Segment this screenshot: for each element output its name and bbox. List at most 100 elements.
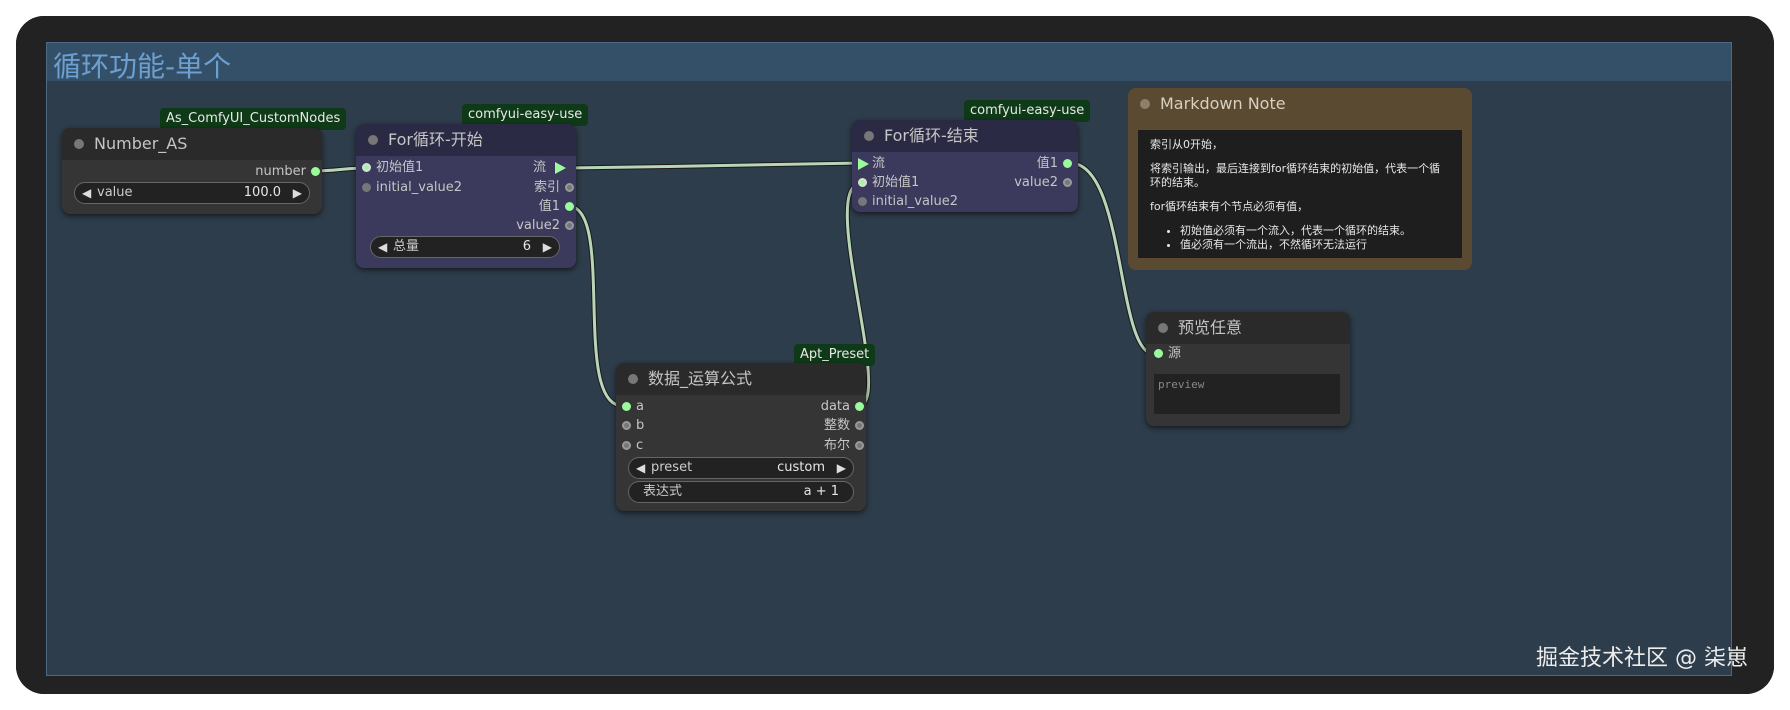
for-loop-start-node[interactable]: For循环-开始 初始值1 initial_value2 流 索引 值1 val…	[356, 124, 576, 268]
output-slot-boolean[interactable]: 布尔	[824, 436, 864, 456]
input-slot-a[interactable]: a	[622, 397, 644, 417]
slot-label: initial_value2	[872, 194, 959, 209]
widget-value: custom	[777, 460, 825, 475]
watermark: 掘金技术社区 @ 柒崽	[1536, 646, 1748, 671]
collapse-dot-icon[interactable]	[864, 131, 874, 141]
output-slot-data[interactable]: data	[820, 397, 864, 417]
input-dot-icon[interactable]	[858, 178, 867, 187]
increment-arrow-icon[interactable]: ▶	[837, 458, 846, 478]
collapse-dot-icon[interactable]	[74, 139, 84, 149]
input-slot-initial-value2[interactable]: initial_value2	[858, 192, 959, 212]
note-bullet: 初始值必须有一个流入，代表一个循环的结束。	[1180, 224, 1450, 238]
collapse-dot-icon[interactable]	[628, 374, 638, 384]
output-dot-icon[interactable]	[855, 421, 864, 430]
decrement-arrow-icon[interactable]: ◀	[82, 183, 91, 203]
slot-label: 值1	[538, 199, 560, 214]
output-dot-icon[interactable]	[565, 221, 574, 230]
note-line: 将索引输出，最后连接到for循环结束的初始值，代表一个循环的结束。	[1150, 162, 1441, 189]
node-title: 预览任意	[1178, 318, 1243, 337]
input-dot-icon[interactable]	[622, 441, 631, 450]
output-slot-number[interactable]: number	[255, 162, 320, 182]
input-dot-icon[interactable]	[1154, 349, 1163, 358]
slot-label: 值1	[1036, 156, 1058, 171]
node-title: Number_AS	[94, 134, 188, 153]
output-slot-value2[interactable]: value2	[1014, 173, 1072, 193]
node-title: For循环-开始	[388, 130, 483, 149]
node-title-bar[interactable]: Number_AS	[62, 128, 322, 160]
decrement-arrow-icon[interactable]: ◀	[378, 237, 387, 257]
output-slot-value1[interactable]: 值1	[538, 197, 574, 217]
value-widget[interactable]: ◀ value 100.0 ▶	[74, 182, 310, 204]
node-source-badge: comfyui-easy-use	[462, 104, 589, 126]
widget-label: 总量	[393, 239, 420, 254]
increment-arrow-icon[interactable]: ▶	[543, 237, 552, 257]
expression-widget[interactable]: 表达式 a + 1	[628, 481, 854, 503]
output-slot-value2[interactable]: value2	[516, 216, 574, 236]
node-title-bar[interactable]: For循环-结束	[852, 120, 1078, 152]
input-dot-icon[interactable]	[362, 183, 371, 192]
input-slot-initial-value2[interactable]: initial_value2	[362, 178, 463, 198]
formula-node[interactable]: 数据_运算公式 a b c data 整数 布尔 ◀ preset custom…	[616, 363, 866, 511]
input-slot-initial-value1[interactable]: 初始值1	[362, 158, 424, 178]
slot-label: 流	[872, 156, 886, 171]
input-dot-icon[interactable]	[858, 197, 867, 206]
total-widget[interactable]: ◀ 总量 6 ▶	[370, 236, 560, 258]
output-slot-flow[interactable]: 流	[532, 158, 566, 178]
widget-value: a + 1	[803, 484, 839, 499]
slot-label: number	[255, 164, 306, 179]
collapse-dot-icon[interactable]	[368, 135, 378, 145]
input-slot-c[interactable]: c	[622, 436, 643, 456]
group-title: 循环功能-单个	[53, 50, 232, 83]
input-slot-b[interactable]: b	[622, 416, 645, 436]
slot-label: value2	[1014, 175, 1058, 190]
slot-label: 初始值1	[376, 160, 424, 175]
output-dot-icon[interactable]	[1063, 159, 1072, 168]
slot-label: 流	[532, 160, 546, 175]
note-line: 索引从0开始，	[1150, 138, 1223, 151]
input-slot-source[interactable]: 源	[1154, 344, 1182, 364]
slot-label: data	[820, 399, 850, 414]
for-loop-end-node[interactable]: For循环-结束 流 初始值1 initial_value2 值1 value2	[852, 120, 1078, 212]
node-title-bar[interactable]: For循环-开始	[356, 124, 576, 156]
group-header[interactable]: 循环功能-单个	[47, 43, 1731, 83]
node-title-bar[interactable]: 预览任意	[1146, 312, 1350, 344]
input-slot-flow[interactable]: 流	[858, 154, 886, 174]
markdown-note-node[interactable]: Markdown Note 索引从0开始， 将索引输出，最后连接到for循环结束…	[1128, 88, 1472, 270]
slot-label: a	[636, 399, 644, 414]
slot-label: 源	[1168, 346, 1182, 361]
node-canvas[interactable]: 循环功能-单个 As_ComfyUI_CustomNodes Number_AS…	[16, 16, 1774, 694]
collapse-dot-icon[interactable]	[1158, 323, 1168, 333]
collapse-dot-icon[interactable]	[1140, 99, 1150, 109]
output-dot-icon[interactable]	[855, 402, 864, 411]
output-slot-index[interactable]: 索引	[534, 178, 574, 198]
output-dot-icon[interactable]	[311, 167, 320, 176]
output-slot-integer[interactable]: 整数	[824, 416, 864, 436]
output-dot-icon[interactable]	[565, 183, 574, 192]
flow-triangle-icon[interactable]	[555, 162, 566, 174]
output-slot-value1[interactable]: 值1	[1036, 154, 1072, 174]
preview-textarea[interactable]: preview	[1154, 374, 1340, 414]
input-dot-icon[interactable]	[622, 421, 631, 430]
flow-triangle-icon[interactable]	[858, 158, 869, 170]
decrement-arrow-icon[interactable]: ◀	[636, 458, 645, 478]
input-dot-icon[interactable]	[362, 163, 371, 172]
node-title-bar[interactable]: Markdown Note	[1128, 88, 1472, 120]
increment-arrow-icon[interactable]: ▶	[293, 183, 302, 203]
slot-label: value2	[516, 218, 560, 233]
slot-label: 初始值1	[872, 175, 920, 190]
output-dot-icon[interactable]	[1063, 178, 1072, 187]
output-dot-icon[interactable]	[855, 441, 864, 450]
widget-label: 表达式	[643, 484, 683, 499]
preset-widget[interactable]: ◀ preset custom ▶	[628, 457, 854, 479]
slot-label: b	[636, 418, 645, 433]
node-source-badge: As_ComfyUI_CustomNodes	[160, 108, 347, 130]
output-dot-icon[interactable]	[565, 202, 574, 211]
node-title-bar[interactable]: 数据_运算公式	[616, 363, 866, 395]
node-title: Markdown Note	[1160, 94, 1286, 113]
slot-label: initial_value2	[376, 180, 463, 195]
input-slot-initial-value1[interactable]: 初始值1	[858, 173, 920, 193]
preview-any-node[interactable]: 预览任意 源 preview	[1146, 312, 1350, 426]
input-dot-icon[interactable]	[622, 402, 631, 411]
number-as-node[interactable]: Number_AS number ◀ value 100.0 ▶	[62, 128, 322, 214]
markdown-content[interactable]: 索引从0开始， 将索引输出，最后连接到for循环结束的初始值，代表一个循环的结束…	[1138, 130, 1462, 258]
